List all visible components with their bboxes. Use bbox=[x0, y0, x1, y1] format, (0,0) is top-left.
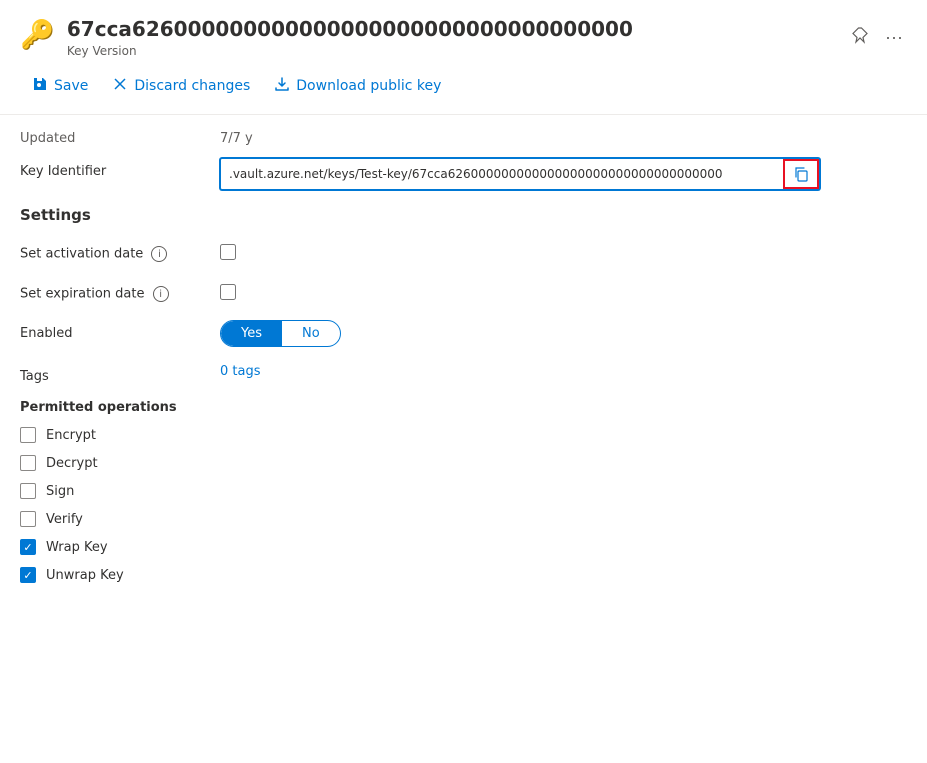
save-button[interactable]: Save bbox=[20, 70, 100, 102]
expiration-date-info-icon[interactable]: i bbox=[153, 286, 169, 302]
download-button[interactable]: Download public key bbox=[262, 70, 453, 102]
download-icon bbox=[274, 76, 290, 96]
more-options-button[interactable]: ··· bbox=[881, 23, 907, 52]
verify-row: Verify bbox=[20, 511, 907, 527]
ellipsis-icon: ··· bbox=[885, 27, 903, 47]
verify-label[interactable]: Verify bbox=[46, 512, 83, 527]
header-actions: ··· bbox=[847, 22, 907, 53]
download-label: Download public key bbox=[296, 78, 441, 94]
header-title-group: 67cca62600000000000000000000000000000000… bbox=[67, 16, 835, 58]
copy-key-identifier-button[interactable] bbox=[783, 159, 819, 189]
encrypt-row: Encrypt bbox=[20, 427, 907, 443]
settings-section-title: Settings bbox=[20, 206, 907, 224]
page-subtitle: Key Version bbox=[67, 44, 835, 58]
main-content: Updated 7/7 y Key Identifier Settings Se… bbox=[0, 115, 927, 615]
save-label: Save bbox=[54, 78, 88, 94]
page-header: 🔑 67cca626000000000000000000000000000000… bbox=[0, 0, 927, 66]
key-identifier-input-container bbox=[220, 158, 820, 190]
enabled-yes-button[interactable]: Yes bbox=[221, 321, 282, 346]
enabled-toggle[interactable]: Yes No bbox=[220, 320, 341, 347]
key-identifier-row: Key Identifier bbox=[20, 158, 907, 190]
key-identifier-input[interactable] bbox=[221, 161, 783, 187]
sign-label[interactable]: Sign bbox=[46, 484, 74, 499]
enabled-toggle-container: Yes No bbox=[220, 320, 907, 347]
activation-date-label: Set activation date i bbox=[20, 240, 220, 262]
permitted-operations-title: Permitted operations bbox=[20, 400, 907, 415]
decrypt-label[interactable]: Decrypt bbox=[46, 456, 98, 471]
updated-row: Updated 7/7 y bbox=[20, 131, 907, 146]
activation-date-checkbox[interactable] bbox=[220, 244, 236, 260]
discard-label: Discard changes bbox=[134, 78, 250, 94]
encrypt-checkbox[interactable] bbox=[20, 427, 36, 443]
sign-row: Sign bbox=[20, 483, 907, 499]
updated-label: Updated bbox=[20, 131, 220, 146]
expiration-date-label: Set expiration date i bbox=[20, 280, 220, 302]
copy-icon bbox=[793, 166, 809, 182]
enabled-label: Enabled bbox=[20, 320, 220, 341]
toolbar: Save Discard changes Download public key bbox=[0, 66, 927, 115]
verify-checkbox[interactable] bbox=[20, 511, 36, 527]
key-identifier-label: Key Identifier bbox=[20, 158, 220, 179]
discard-icon bbox=[112, 76, 128, 96]
wrap-key-label[interactable]: Wrap Key bbox=[46, 540, 108, 555]
sign-checkbox[interactable] bbox=[20, 483, 36, 499]
save-icon bbox=[32, 76, 48, 96]
activation-date-checkbox-container bbox=[220, 240, 907, 264]
pin-button[interactable] bbox=[847, 22, 873, 53]
tags-label: Tags bbox=[20, 363, 220, 384]
wrap-key-checkbox[interactable]: ✓ bbox=[20, 539, 36, 555]
key-icon: 🔑 bbox=[20, 18, 55, 51]
encrypt-label[interactable]: Encrypt bbox=[46, 428, 96, 443]
decrypt-row: Decrypt bbox=[20, 455, 907, 471]
permitted-operations-section: Permitted operations Encrypt Decrypt Sig… bbox=[20, 400, 907, 583]
tags-value: 0 tags bbox=[220, 363, 907, 379]
key-identifier-value bbox=[220, 158, 907, 190]
enabled-row: Enabled Yes No bbox=[20, 320, 907, 347]
activation-date-row: Set activation date i bbox=[20, 240, 907, 264]
activation-date-info-icon[interactable]: i bbox=[151, 246, 167, 262]
updated-value: 7/7 y bbox=[220, 131, 253, 146]
tags-row: Tags 0 tags bbox=[20, 363, 907, 384]
expiration-date-checkbox[interactable] bbox=[220, 284, 236, 300]
tags-link[interactable]: 0 tags bbox=[220, 364, 261, 379]
unwrap-key-label[interactable]: Unwrap Key bbox=[46, 568, 124, 583]
wrap-key-row: ✓ Wrap Key bbox=[20, 539, 907, 555]
unwrap-key-row: ✓ Unwrap Key bbox=[20, 567, 907, 583]
enabled-no-button[interactable]: No bbox=[282, 321, 340, 346]
decrypt-checkbox[interactable] bbox=[20, 455, 36, 471]
unwrap-key-checkbox[interactable]: ✓ bbox=[20, 567, 36, 583]
expiration-date-row: Set expiration date i bbox=[20, 280, 907, 304]
expiration-date-checkbox-container bbox=[220, 280, 907, 304]
page-title: 67cca62600000000000000000000000000000000… bbox=[67, 16, 835, 42]
discard-button[interactable]: Discard changes bbox=[100, 70, 262, 102]
